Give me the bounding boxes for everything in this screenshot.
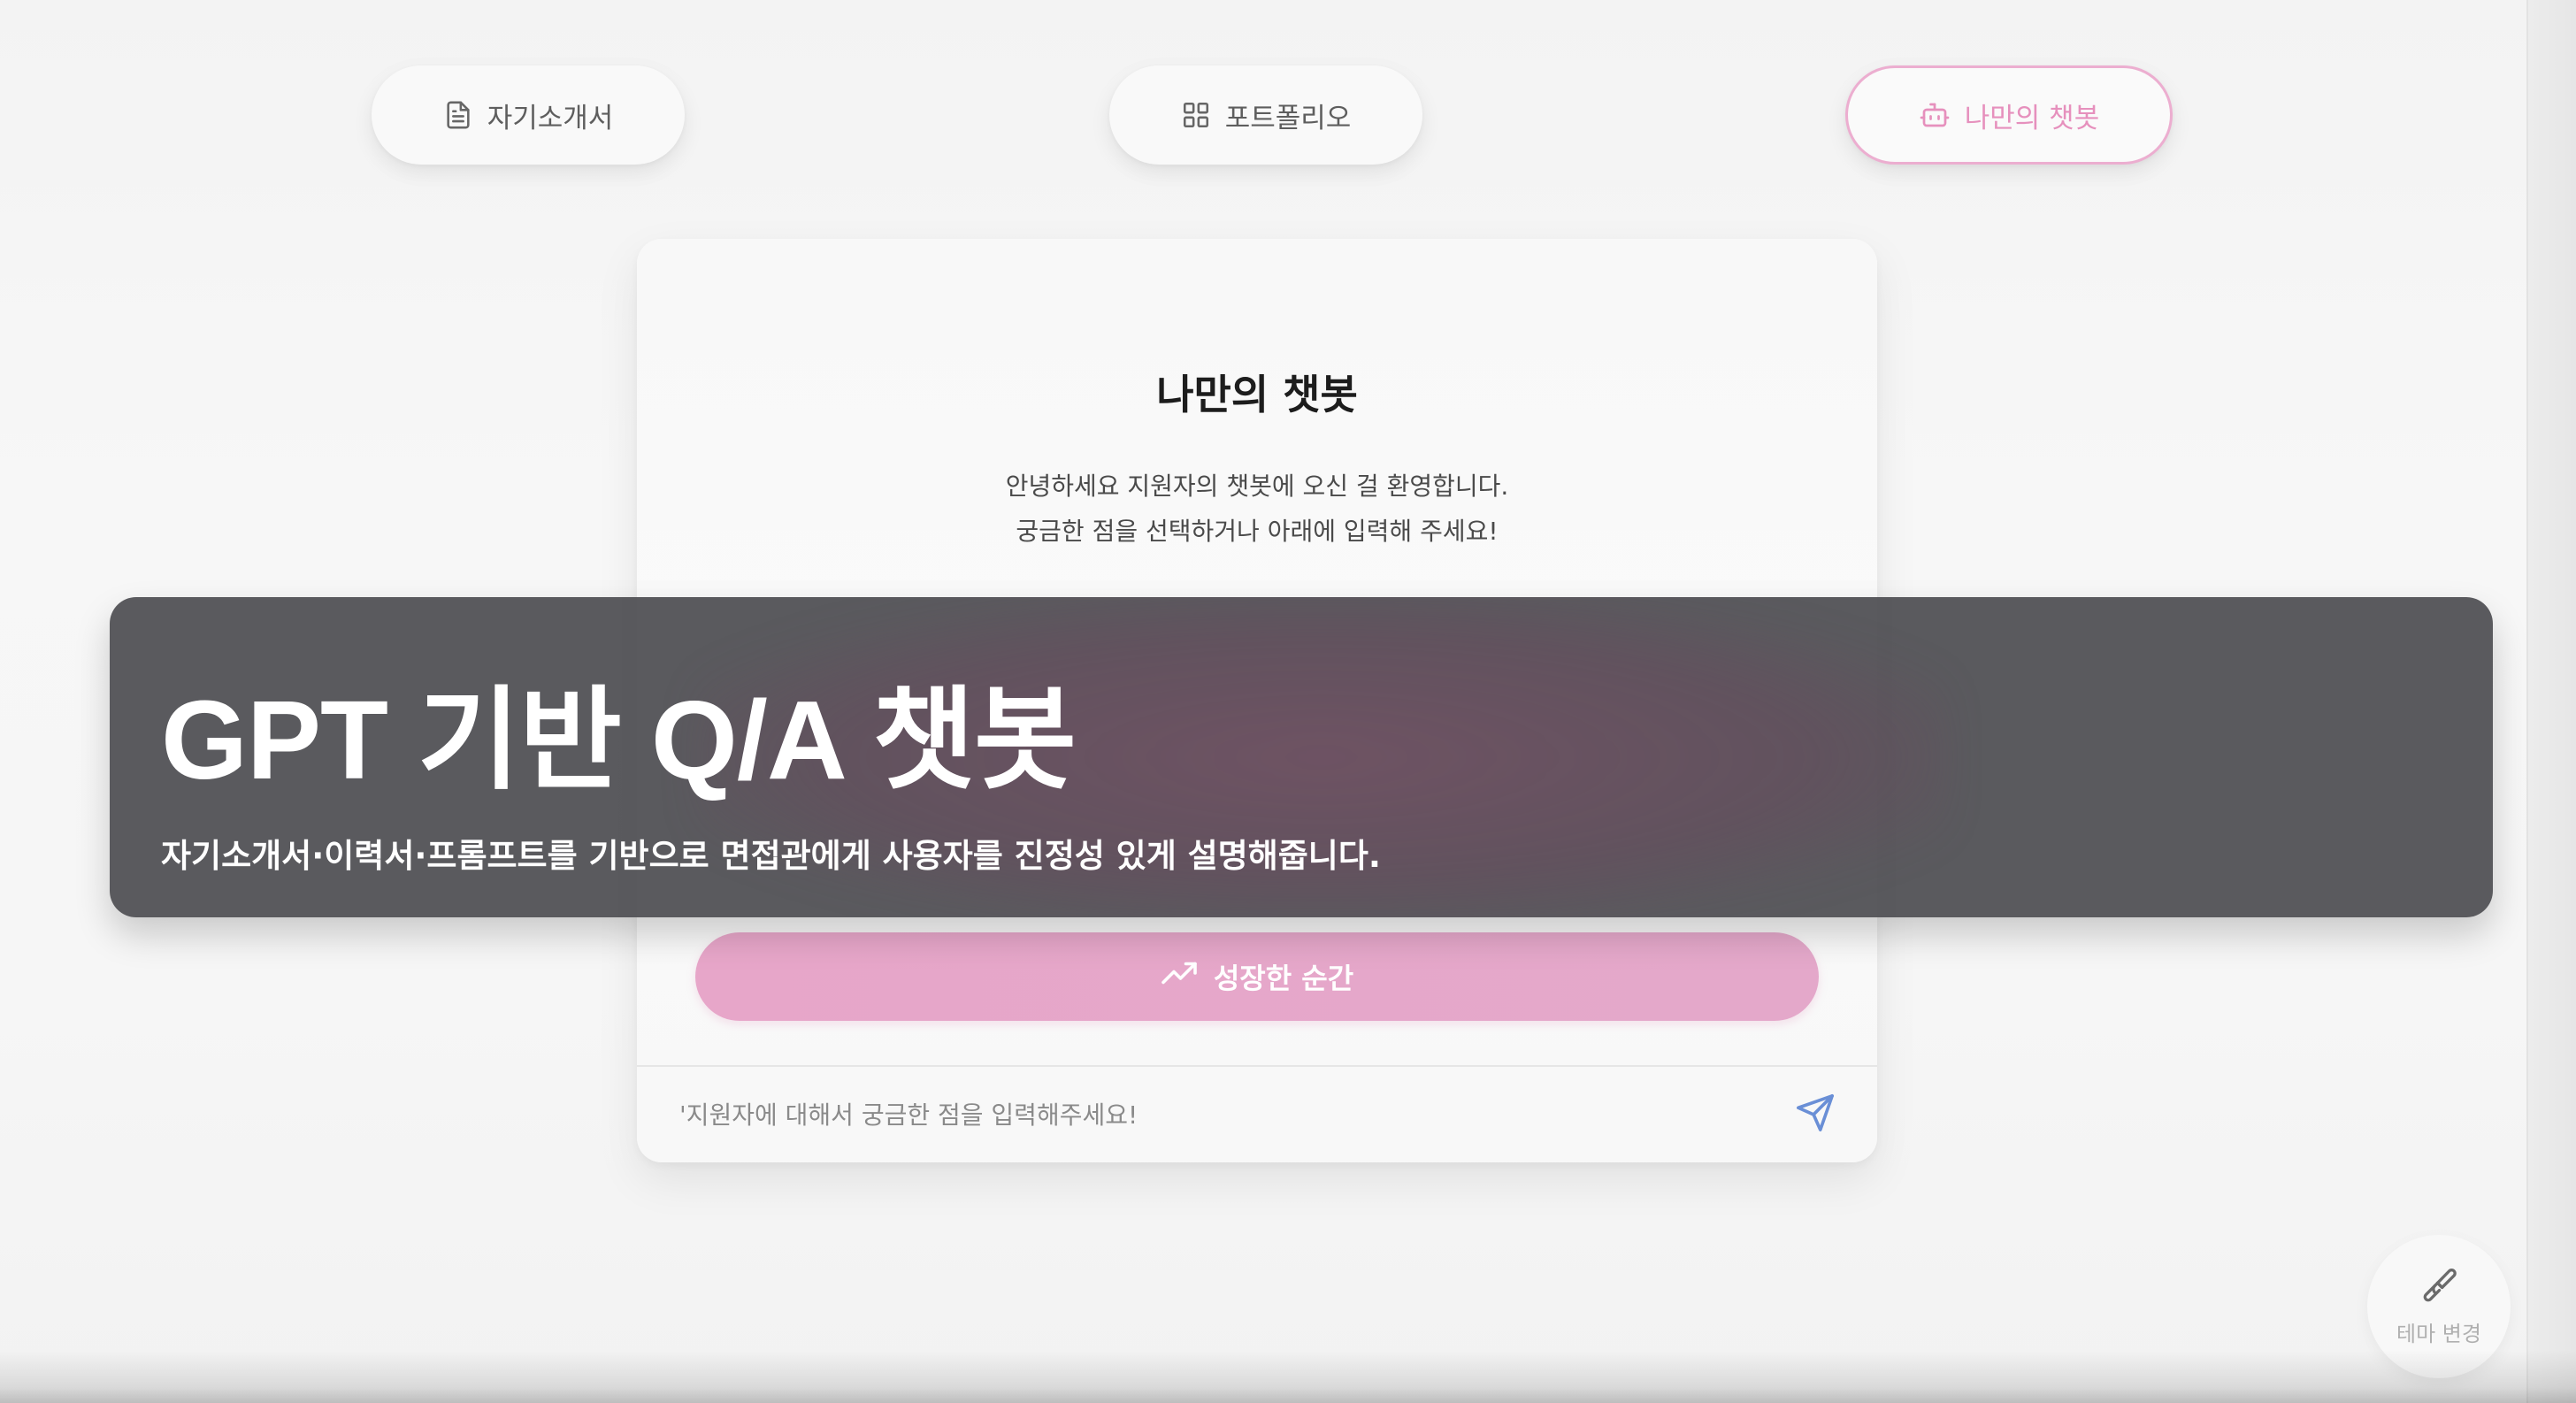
nav-tab-portfolio[interactable]: 포트폴리오 <box>1109 65 1422 165</box>
theme-change-label: 테마 변경 <box>2396 1321 2481 1346</box>
trending-up-icon <box>1161 960 1198 993</box>
grid-icon <box>1181 100 1211 130</box>
window-bottom-shadow <box>0 1350 2576 1403</box>
paintbrush-icon <box>2419 1267 2458 1309</box>
nav-tab-label: 포트폴리오 <box>1224 102 1352 134</box>
send-icon <box>1795 1092 1836 1137</box>
chat-message-input[interactable] <box>679 1088 1741 1141</box>
intro-line: 궁금한 점을 선택하거나 아래에 입력해 주세요! <box>1016 517 1499 546</box>
overlay-title: GPT 기반 Q/A 챗봇 <box>161 678 1077 802</box>
bot-icon <box>1919 99 1951 131</box>
overlay-subtitle: 자기소개서·이력서·프롬프트를 기반으로 면접관에게 사용자를 진정성 있게 설… <box>161 837 1381 875</box>
window-right-edge <box>2526 0 2576 1403</box>
nav-tab-label: 자기소개서 <box>487 102 614 134</box>
input-divider <box>637 1065 1877 1067</box>
topic-button-growth-moment[interactable]: 성장한 순간 <box>695 932 1819 1021</box>
nav-tab-chatbot[interactable]: 나만의 챗봇 <box>1845 65 2173 165</box>
chatbot-intro: 안녕하세요 지원자의 챗봇에 오신 걸 환영합니다. 궁금한 점을 선택하거나 … <box>637 464 1877 554</box>
intro-line: 안녕하세요 지원자의 챗봇에 오신 걸 환영합니다. <box>1005 472 1509 501</box>
topic-button-label: 성장한 순간 <box>1213 962 1354 995</box>
nav-tab-cover-letter[interactable]: 자기소개서 <box>372 65 685 165</box>
nav-tab-label: 나만의 챗봇 <box>1964 102 2100 134</box>
feature-overlay-banner: GPT 기반 Q/A 챗봇 자기소개서·이력서·프롬프트를 기반으로 면접관에게… <box>110 597 2493 917</box>
send-button[interactable] <box>1790 1090 1840 1139</box>
document-icon <box>443 98 473 132</box>
chatbot-title: 나만의 챗봇 <box>1156 371 1358 418</box>
